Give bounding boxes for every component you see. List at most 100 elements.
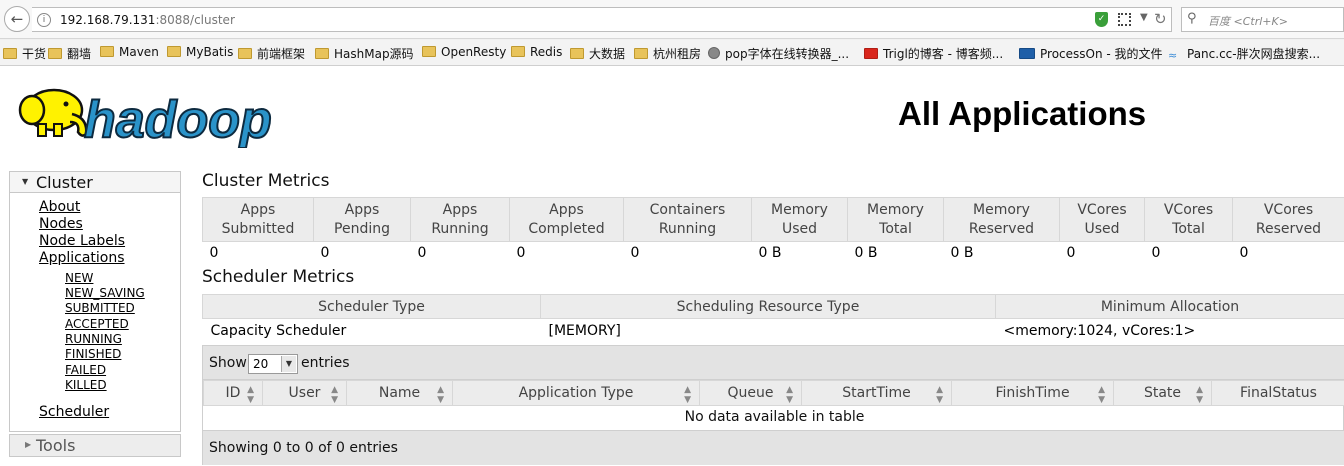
processon-icon: [1019, 48, 1035, 59]
bookmark-folder[interactable]: 大数据: [570, 45, 625, 62]
metric-value: 0: [209, 244, 219, 261]
sort-icon: ▲ ▼: [1098, 385, 1105, 405]
url-bar[interactable]: i 192.168.79.131:8088/cluster ✓ ▼ ↻: [32, 7, 1172, 32]
metric-header: Apps Completed: [509, 197, 624, 242]
cluster-metrics-title: Cluster Metrics: [202, 171, 330, 191]
bookmark-folder[interactable]: 杭州租房: [634, 45, 701, 62]
globe-icon: [708, 47, 720, 59]
bookmark-folder[interactable]: Maven: [100, 45, 159, 59]
column-header-state[interactable]: State ▲ ▼: [1113, 380, 1212, 406]
sort-icon: ▲ ▼: [936, 385, 943, 405]
sidebar-link-scheduler[interactable]: Scheduler: [39, 404, 109, 420]
address-toolbar: ← i 192.168.79.131:8088/cluster ✓ ▼ ↻ ⚲ …: [0, 0, 1344, 39]
bookmark-link[interactable]: pop字体在线转换器_...: [708, 45, 849, 62]
caret-right-icon: ▶: [25, 440, 32, 449]
metric-header: Apps Pending: [313, 197, 411, 242]
sidebar-state-failed[interactable]: FAILED: [65, 363, 106, 377]
folder-icon: [48, 48, 62, 59]
sidebar-state-accepted[interactable]: ACCEPTED: [65, 317, 129, 331]
page-length-select[interactable]: 20 ▼: [248, 354, 298, 374]
metric-header: Memory Used: [751, 197, 848, 242]
empty-table-message: No data available in table: [684, 408, 865, 425]
logo-wordmark: hadoop: [84, 91, 272, 148]
sidebar-state-running[interactable]: RUNNING: [65, 332, 122, 346]
caret-down-icon: ▼: [22, 177, 29, 186]
sidebar-state-submitted[interactable]: SUBMITTED: [65, 301, 135, 315]
table-info-bar: Showing 0 to 0 of 0 entries: [203, 430, 1344, 465]
info-icon[interactable]: i: [37, 13, 51, 27]
browser-chrome: ← i 192.168.79.131:8088/cluster ✓ ▼ ↻ ⚲ …: [0, 0, 1344, 66]
back-button[interactable]: ←: [4, 6, 30, 32]
search-box[interactable]: ⚲ 百度 <Ctrl+K>: [1181, 7, 1344, 32]
bookmark-folder[interactable]: 翻墙: [48, 45, 91, 62]
sidebar-cluster: ▼ Cluster About Nodes Node Labels Applic…: [9, 171, 181, 432]
column-header-user[interactable]: User ▲ ▼: [262, 380, 347, 406]
url-text: 192.168.79.131:8088/cluster: [60, 13, 235, 27]
metric-header: VCores Reserved: [1232, 197, 1344, 242]
hadoop-logo[interactable]: hadoop: [12, 82, 312, 148]
applications-panel: Show 20 ▼ entries ID ▲ ▼ User ▲ ▼ Name ▲ ▼ App…: [202, 345, 1344, 465]
bookmark-folder[interactable]: 前端框架: [238, 45, 305, 62]
reload-icon[interactable]: ↻: [1154, 10, 1167, 28]
sidebar-link-nodes[interactable]: Nodes: [39, 216, 83, 232]
bookmark-folder[interactable]: Redis: [511, 45, 562, 59]
bookmark-folder[interactable]: HashMap源码: [315, 45, 414, 62]
sidebar-link-applications[interactable]: Applications: [39, 250, 125, 266]
bookmark-link[interactable]: ≈ Panc.cc-胖次网盘搜索...: [1168, 45, 1320, 62]
scheduler-value: <memory:1024, vCores:1>: [1003, 323, 1196, 340]
url-host: 192.168.79.131: [60, 13, 156, 27]
search-placeholder: 百度 <Ctrl+K>: [1208, 15, 1288, 28]
metric-value: 0: [1239, 244, 1249, 261]
column-header-application-type[interactable]: Application Type ▲ ▼: [452, 380, 700, 406]
column-header-starttime[interactable]: StartTime ▲ ▼: [801, 380, 952, 406]
search-icon: ⚲: [1187, 11, 1197, 26]
folder-icon: [422, 46, 436, 57]
bookmark-link[interactable]: Trigl的博客 - 博客频...: [864, 45, 1003, 62]
table-info: Showing 0 to 0 of 0 entries: [209, 440, 398, 456]
sidebar-cluster-header[interactable]: ▼ Cluster: [10, 172, 180, 193]
sidebar-state-new-saving[interactable]: NEW_SAVING: [65, 286, 145, 300]
scheduler-metrics-table: Scheduler Type Scheduling Resource Type …: [202, 294, 1344, 344]
scheduler-value: Capacity Scheduler: [210, 323, 347, 340]
column-header-name[interactable]: Name ▲ ▼: [346, 380, 453, 406]
column-header-finishtime[interactable]: FinishTime ▲ ▼: [951, 380, 1114, 406]
metric-value: 0: [320, 244, 330, 261]
column-header-id[interactable]: ID ▲ ▼: [203, 380, 263, 406]
sidebar-state-killed[interactable]: KILLED: [65, 378, 107, 392]
qr-code-icon[interactable]: [1118, 13, 1131, 26]
bookmarks-bar: 干货 翻墙 Maven MyBatis 前端框架 HashMap源码 OpenR…: [0, 40, 1344, 66]
sidebar-link-node-labels[interactable]: Node Labels: [39, 233, 125, 249]
scheduler-metrics-title: Scheduler Metrics: [202, 267, 355, 287]
metric-value: 0: [1151, 244, 1161, 261]
column-header-finalstatus[interactable]: FinalStatus: [1211, 380, 1344, 406]
shield-icon[interactable]: ✓: [1095, 12, 1108, 27]
entries-label: entries: [301, 355, 350, 371]
sidebar-cluster-label: Cluster: [36, 173, 93, 192]
url-dropdown-icon[interactable]: ▼: [1140, 12, 1148, 23]
csdn-icon: [864, 48, 878, 59]
scheduler-value: [MEMORY]: [548, 323, 621, 340]
sidebar-state-new[interactable]: NEW: [65, 271, 93, 285]
bookmark-link[interactable]: ProcessOn - 我的文件: [1019, 45, 1163, 62]
bookmark-folder[interactable]: OpenResty: [422, 45, 506, 59]
elephant-eye: [63, 101, 69, 107]
sort-icon: ▲ ▼: [786, 385, 793, 405]
metric-header: VCores Total: [1144, 197, 1233, 242]
sort-icon: ▲ ▼: [331, 385, 338, 405]
sort-icon: ▲ ▼: [437, 385, 444, 405]
metric-value: 0: [417, 244, 427, 261]
sidebar-tools-label: Tools: [36, 436, 76, 455]
bookmark-folder[interactable]: MyBatis: [167, 45, 233, 59]
sidebar-state-finished[interactable]: FINISHED: [65, 347, 121, 361]
sidebar-tools-header[interactable]: ▶ Tools: [9, 434, 181, 457]
sidebar-link-about[interactable]: About: [39, 199, 80, 215]
length-control: Show 20 ▼ entries: [203, 346, 1344, 380]
folder-icon: [167, 46, 181, 57]
column-header-queue[interactable]: Queue ▲ ▼: [699, 380, 802, 406]
metric-value: 0: [630, 244, 640, 261]
metric-value: 0 B: [758, 244, 782, 261]
cluster-metrics-table: Apps Submitted Apps Pending Apps Running Ap…: [202, 197, 1344, 264]
metric-value: 0: [1066, 244, 1076, 261]
applications-table: ID ▲ ▼ User ▲ ▼ Name ▲ ▼ Application Type ▲ ▼ Qu…: [203, 380, 1344, 428]
bookmark-folder[interactable]: 干货: [3, 45, 46, 62]
